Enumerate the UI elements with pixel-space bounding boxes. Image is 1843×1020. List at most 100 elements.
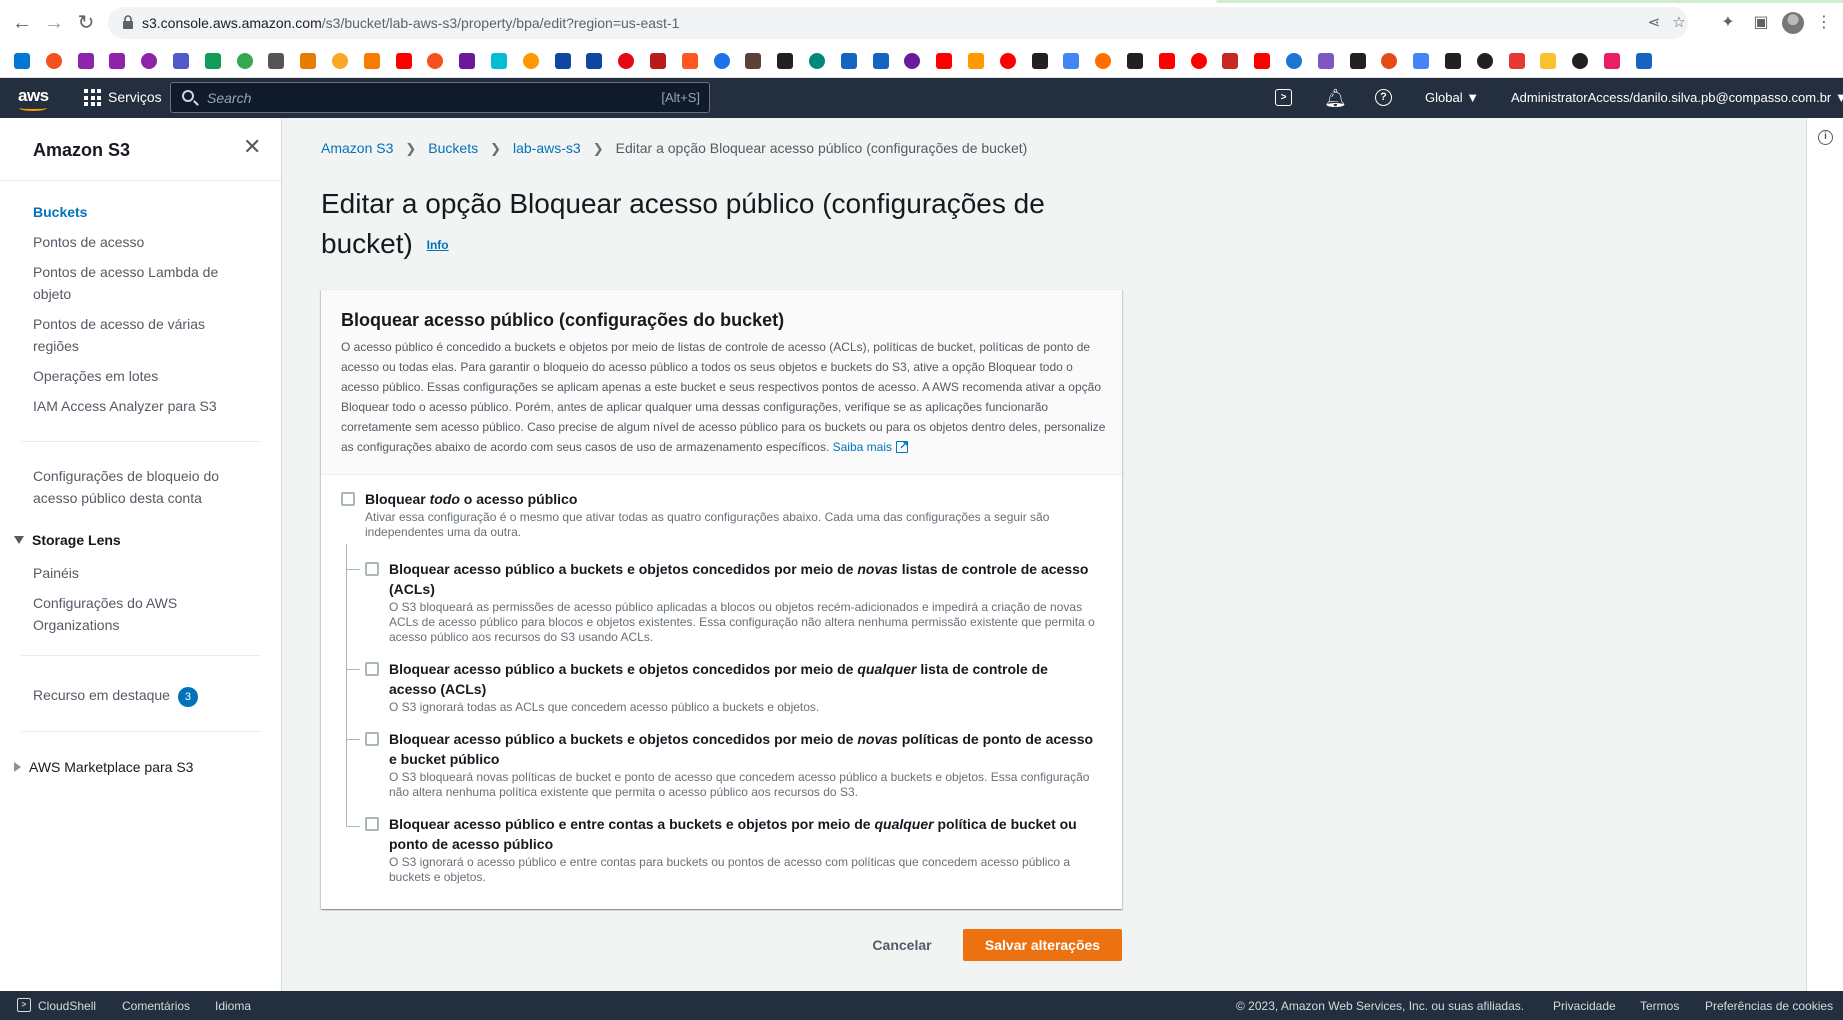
address-bar[interactable]: s3.console.aws.amazon.com/s3/bucket/lab-… <box>108 7 1688 39</box>
bookmark-favicon-icon[interactable] <box>395 53 412 69</box>
bookmark-favicon-icon[interactable] <box>713 53 730 69</box>
sidebar-item-account-bpa[interactable]: Configurações de bloqueio do acesso públ… <box>33 465 233 509</box>
bookmark-favicon-icon[interactable] <box>809 53 825 69</box>
bookmark-favicon-icon[interactable] <box>1476 53 1493 69</box>
breadcrumb-bucket-name[interactable]: lab-aws-s3 <box>513 140 581 156</box>
bookmark-favicon-icon[interactable] <box>1413 53 1430 69</box>
forward-arrow-icon[interactable]: → <box>42 11 66 35</box>
bookmark-favicon-icon[interactable] <box>904 53 921 69</box>
bookmark-favicon-icon[interactable] <box>109 53 126 69</box>
services-grid-icon[interactable] <box>84 89 101 106</box>
sidebar-section-marketplace[interactable]: AWS Marketplace para S3 <box>14 759 193 775</box>
bookmark-favicon-icon[interactable] <box>332 53 348 69</box>
save-changes-button[interactable]: Salvar alterações <box>963 929 1122 961</box>
info-link[interactable]: Info <box>427 238 449 252</box>
sidebar-item-access-points[interactable]: Pontos de acesso <box>33 231 233 253</box>
bookmark-favicon-icon[interactable] <box>14 53 30 69</box>
bookmark-favicon-icon[interactable] <box>872 53 889 69</box>
reload-icon[interactable]: ↻ <box>74 11 98 35</box>
menu-icon[interactable]: ⋮ <box>1812 11 1836 35</box>
block-new-policies-checkbox[interactable] <box>365 732 379 746</box>
sidebar-item-aws-organizations-settings[interactable]: Configurações do AWS Organizations <box>33 592 233 636</box>
sidebar-section-storage-lens[interactable]: Storage Lens <box>14 532 121 548</box>
side-panel-icon[interactable]: ▣ <box>1749 11 1773 35</box>
sidebar-item-buckets[interactable]: Buckets <box>33 201 233 223</box>
breadcrumb-buckets[interactable]: Buckets <box>428 140 478 156</box>
bookmark-favicon-icon[interactable] <box>268 53 285 69</box>
info-icon[interactable]: i <box>1818 130 1833 145</box>
bookmark-favicon-icon[interactable] <box>1031 53 1048 69</box>
bookmark-favicon-icon[interactable] <box>1445 53 1461 69</box>
bookmark-favicon-icon[interactable] <box>1381 53 1398 69</box>
bookmark-favicon-icon[interactable] <box>554 53 571 69</box>
account-menu[interactable]: AdministratorAccess/danilo.silva.pb@comp… <box>1511 90 1843 105</box>
bookmark-favicon-icon[interactable] <box>1254 53 1271 69</box>
bookmark-favicon-icon[interactable] <box>1349 53 1366 69</box>
bookmark-favicon-icon[interactable] <box>522 53 539 69</box>
bookmark-favicon-icon[interactable] <box>1286 53 1302 69</box>
sidebar-item-featured[interactable]: Recurso em destaque 3 <box>33 684 273 707</box>
bookmark-favicon-icon[interactable] <box>999 53 1016 69</box>
bookmark-favicon-icon[interactable] <box>173 53 189 69</box>
bookmark-favicon-icon[interactable] <box>77 53 94 69</box>
bookmark-favicon-icon[interactable] <box>363 53 380 69</box>
bookmark-favicon-icon[interactable] <box>1317 53 1334 69</box>
breadcrumb-amazon-s3[interactable]: Amazon S3 <box>321 140 393 156</box>
bookmark-favicon-icon[interactable] <box>1540 53 1557 69</box>
learn-more-link[interactable]: Saiba mais <box>833 436 909 456</box>
bookmark-favicon-icon[interactable] <box>968 53 984 69</box>
bookmark-favicon-icon[interactable] <box>1063 53 1080 69</box>
cloudshell-icon[interactable]: > <box>17 998 31 1012</box>
sidebar-item-iam-access-analyzer[interactable]: IAM Access Analyzer para S3 <box>33 395 233 417</box>
region-selector[interactable]: Global ▼ <box>1425 90 1479 105</box>
bookmark-favicon-icon[interactable] <box>745 53 762 69</box>
bookmark-favicon-icon[interactable] <box>141 53 158 69</box>
bookmark-favicon-icon[interactable] <box>300 53 317 69</box>
bookmark-favicon-icon[interactable] <box>681 53 698 69</box>
bookmark-favicon-icon[interactable] <box>618 53 635 69</box>
footer-privacy[interactable]: Privacidade <box>1553 999 1616 1013</box>
bookmark-favicon-icon[interactable] <box>1095 53 1112 69</box>
bookmark-favicon-icon[interactable] <box>777 53 794 69</box>
block-all-checkbox[interactable] <box>341 492 355 506</box>
search-input[interactable]: Search [Alt+S] <box>170 82 710 113</box>
sidenav-title[interactable]: Amazon S3 <box>33 140 130 161</box>
footer-language[interactable]: Idioma <box>215 999 251 1013</box>
bookmark-favicon-icon[interactable] <box>236 53 253 69</box>
bookmark-favicon-icon[interactable] <box>586 53 603 69</box>
bookmark-favicon-icon[interactable] <box>936 53 953 69</box>
help-icon[interactable]: ? <box>1375 89 1392 106</box>
bookmark-favicon-icon[interactable] <box>1158 53 1175 69</box>
footer-cloudshell[interactable]: CloudShell <box>38 999 96 1013</box>
bookmark-favicon-icon[interactable] <box>427 53 444 69</box>
profile-avatar[interactable] <box>1782 12 1804 34</box>
sidebar-item-object-lambda-access-points[interactable]: Pontos de acesso Lambda de objeto <box>33 261 233 305</box>
bookmark-favicon-icon[interactable] <box>840 53 857 69</box>
back-arrow-icon[interactable]: ← <box>10 11 34 35</box>
aws-logo[interactable]: aws <box>18 86 49 111</box>
bookmark-favicon-icon[interactable] <box>1572 53 1589 69</box>
bookmark-favicon-icon[interactable] <box>459 53 476 69</box>
bookmark-favicon-icon[interactable] <box>1604 53 1620 69</box>
cloudshell-icon[interactable]: > <box>1275 89 1292 106</box>
bookmark-favicon-icon[interactable] <box>650 53 666 69</box>
sidebar-item-multi-region-access-points[interactable]: Pontos de acesso de várias regiões <box>33 313 233 357</box>
services-menu[interactable]: Serviços <box>108 89 162 105</box>
close-icon[interactable]: ✕ <box>243 136 261 158</box>
bookmark-favicon-icon[interactable] <box>1190 53 1207 69</box>
bookmark-favicon-icon[interactable] <box>491 53 507 69</box>
sidebar-item-dashboards[interactable]: Painéis <box>33 562 233 584</box>
footer-feedback[interactable]: Comentários <box>122 999 190 1013</box>
bookmark-favicon-icon[interactable] <box>1127 53 1143 69</box>
bookmark-favicon-icon[interactable] <box>1508 53 1525 69</box>
bookmark-favicon-icon[interactable] <box>1635 53 1652 69</box>
block-any-policies-checkbox[interactable] <box>365 817 379 831</box>
footer-terms[interactable]: Termos <box>1640 999 1679 1013</box>
block-new-acls-checkbox[interactable] <box>365 562 379 576</box>
share-icon[interactable]: ⋖ <box>1646 15 1662 31</box>
bookmark-star-icon[interactable]: ☆ <box>1671 15 1687 31</box>
notifications-bell-icon[interactable]: 🔔︎ <box>1324 88 1347 108</box>
bookmark-favicon-icon[interactable] <box>1222 53 1239 69</box>
cancel-button[interactable]: Cancelar <box>860 929 944 961</box>
block-any-acls-checkbox[interactable] <box>365 662 379 676</box>
